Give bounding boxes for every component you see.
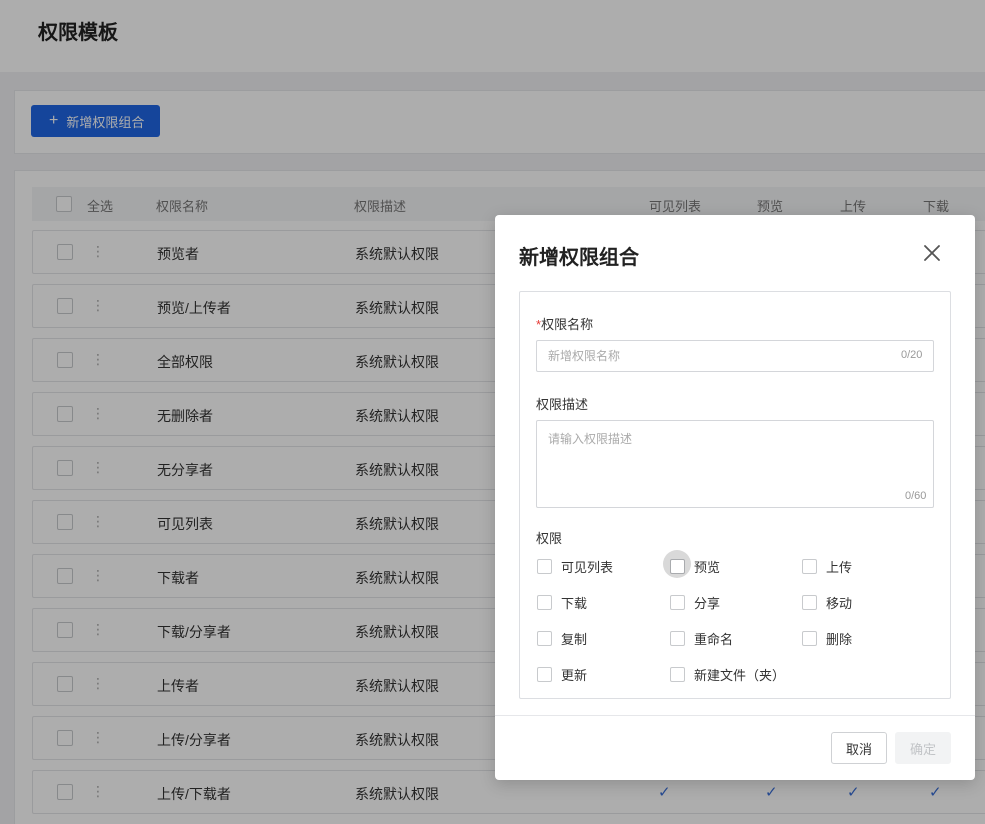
perm-rename-checkbox[interactable]: 重命名: [670, 629, 733, 648]
perm-label-text: 可见列表: [561, 560, 614, 575]
perm-label: 权限: [536, 531, 563, 546]
perm-label-text: 新建文件（夹）: [694, 668, 786, 683]
perm-label-text: 复制: [561, 632, 588, 647]
close-icon[interactable]: [921, 242, 943, 264]
perm-update-checkbox[interactable]: 更新: [537, 665, 587, 684]
footer-divider: [495, 715, 975, 716]
permission-name-input[interactable]: [536, 340, 934, 372]
checkbox-box: [537, 595, 552, 610]
checkbox-box: [670, 667, 685, 682]
checkbox-box: [537, 667, 552, 682]
checkbox-box: [670, 631, 685, 646]
cancel-button[interactable]: 取消: [831, 732, 887, 764]
perm-delete-checkbox[interactable]: 删除: [802, 629, 852, 648]
perm-move-checkbox[interactable]: 移动: [802, 593, 852, 612]
perm-label-text: 移动: [826, 596, 853, 611]
desc-label: 权限描述: [536, 397, 589, 412]
checkbox-box: [537, 559, 552, 574]
permission-desc-input[interactable]: [536, 420, 934, 508]
perm-share-checkbox[interactable]: 分享: [670, 593, 720, 612]
perm-download-checkbox[interactable]: 下载: [537, 593, 587, 612]
perm-label-text: 分享: [694, 596, 721, 611]
perm-visible-list-checkbox[interactable]: 可见列表: [537, 557, 613, 576]
name-label: *权限名称: [536, 314, 593, 333]
perm-label-text: 更新: [561, 668, 588, 683]
perm-label-text: 删除: [826, 632, 853, 647]
perm-preview-checkbox[interactable]: 预览: [663, 550, 721, 578]
add-permission-group-dialog: 新增权限组合 *权限名称 0/20 权限描述 0/60 权限 可见列表 预览 上…: [495, 215, 975, 780]
perm-label-text: 重命名: [694, 632, 734, 647]
perm-new-folder-checkbox[interactable]: 新建文件（夹）: [670, 665, 785, 684]
name-counter: 0/20: [901, 349, 923, 361]
perm-copy-checkbox[interactable]: 复制: [537, 629, 587, 648]
name-label-text: 权限名称: [541, 317, 594, 332]
checkbox-box: [670, 559, 685, 574]
dialog-form: *权限名称 0/20 权限描述 0/60 权限 可见列表 预览 上传 下载 分享…: [519, 291, 951, 699]
checkbox-box: [537, 631, 552, 646]
perm-label-text: 上传: [826, 560, 853, 575]
perm-upload-checkbox[interactable]: 上传: [802, 557, 852, 576]
confirm-button[interactable]: 确定: [895, 732, 951, 764]
desc-counter: 0/60: [905, 490, 927, 502]
checkbox-box: [670, 595, 685, 610]
perm-label-text: 预览: [694, 560, 721, 575]
checkbox-box: [802, 631, 817, 646]
checkbox-box: [802, 559, 817, 574]
perm-label-text: 下载: [561, 596, 588, 611]
dialog-title: 新增权限组合: [519, 247, 639, 269]
checkbox-box: [802, 595, 817, 610]
